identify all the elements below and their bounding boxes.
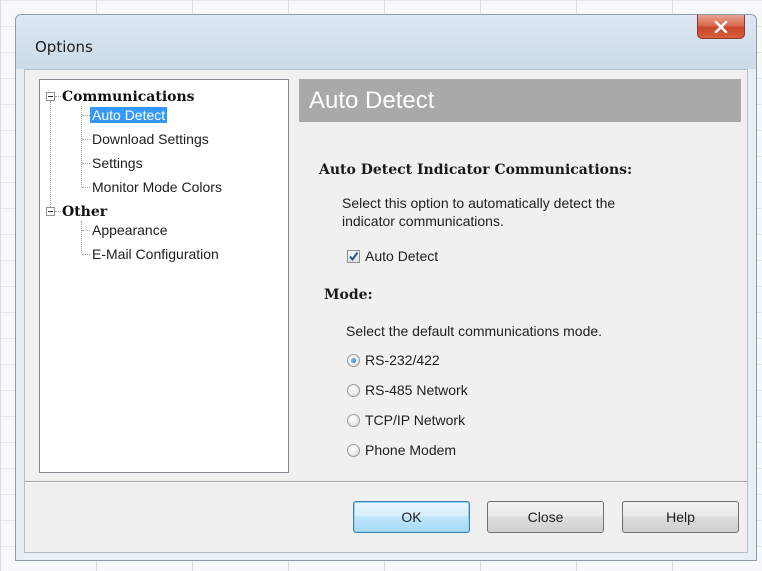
auto-detect-description-line2: indicator communications.: [342, 213, 504, 229]
radio-tcp-ip-network[interactable]: TCP/IP Network: [347, 412, 465, 428]
radio-label: RS-232/422: [365, 352, 440, 368]
auto-detect-checkbox-row[interactable]: Auto Detect: [347, 248, 438, 264]
radio-button[interactable]: [347, 383, 360, 397]
tree-item-monitor-mode-colors[interactable]: Monitor Mode Colors: [90, 177, 224, 197]
ok-button[interactable]: OK: [353, 501, 470, 533]
tree-item-email-configuration[interactable]: E-Mail Configuration: [90, 244, 221, 264]
help-button[interactable]: Help: [622, 501, 739, 533]
options-dialog: Options Communications Auto Detect Downl…: [15, 14, 757, 561]
tree-group-communications[interactable]: Communications: [62, 86, 195, 106]
radio-button[interactable]: [347, 353, 360, 367]
pane-header: Auto Detect: [299, 79, 741, 122]
tree-item-label: Settings: [92, 155, 143, 171]
close-icon: [714, 20, 728, 33]
radio-button[interactable]: [347, 443, 360, 457]
radio-phone-modem[interactable]: Phone Modem: [347, 442, 456, 458]
radio-rs-232-422[interactable]: RS-232/422: [347, 352, 440, 368]
tree-item-label: Appearance: [92, 222, 168, 238]
mode-description: Select the default communications mode.: [346, 323, 603, 339]
tree-item-auto-detect[interactable]: Auto Detect: [90, 105, 168, 125]
radio-rs-485-network[interactable]: RS-485 Network: [347, 382, 468, 398]
radio-label: Phone Modem: [365, 442, 457, 458]
tree-item-appearance[interactable]: Appearance: [90, 220, 170, 240]
settings-pane: Auto Detect Auto Detect Indicator Commun…: [289, 79, 741, 473]
auto-detect-section-title: Auto Detect Indicator Communications:: [319, 162, 633, 178]
auto-detect-checkbox-label: Auto Detect: [365, 248, 439, 264]
auto-detect-description: Select this option to automatically dete…: [342, 194, 615, 230]
tree-item-label: Monitor Mode Colors: [92, 179, 222, 195]
title-bar: Options: [16, 15, 756, 69]
tree-item-label: Download Settings: [92, 131, 209, 147]
tree-group-label: Other: [62, 204, 108, 220]
radio-button[interactable]: [347, 413, 360, 427]
collapse-communications-icon[interactable]: [46, 92, 55, 101]
radio-label: RS-485 Network: [365, 382, 468, 398]
window-title: Options: [35, 38, 93, 56]
tree-group-other[interactable]: Other: [62, 201, 107, 221]
auto-detect-checkbox[interactable]: [347, 249, 360, 263]
close-button[interactable]: Close: [487, 501, 604, 533]
tree-item-download-settings[interactable]: Download Settings: [90, 129, 211, 149]
mode-section-title: Mode:: [324, 287, 373, 303]
tree-item-label: E-Mail Configuration: [92, 246, 219, 262]
auto-detect-description-line1: Select this option to automatically dete…: [342, 195, 616, 211]
dialog-content: Communications Auto Detect Download Sett…: [24, 69, 748, 553]
collapse-other-icon[interactable]: [46, 207, 55, 216]
tree-group-label: Communications: [62, 89, 195, 105]
tree-item-settings[interactable]: Settings: [90, 153, 145, 173]
close-window-button[interactable]: [697, 15, 745, 39]
options-tree[interactable]: Communications Auto Detect Download Sett…: [39, 79, 289, 473]
radio-label: TCP/IP Network: [365, 412, 466, 428]
checkmark-icon: [349, 251, 359, 261]
tree-item-label: Auto Detect: [90, 107, 168, 123]
button-separator: [25, 481, 747, 483]
